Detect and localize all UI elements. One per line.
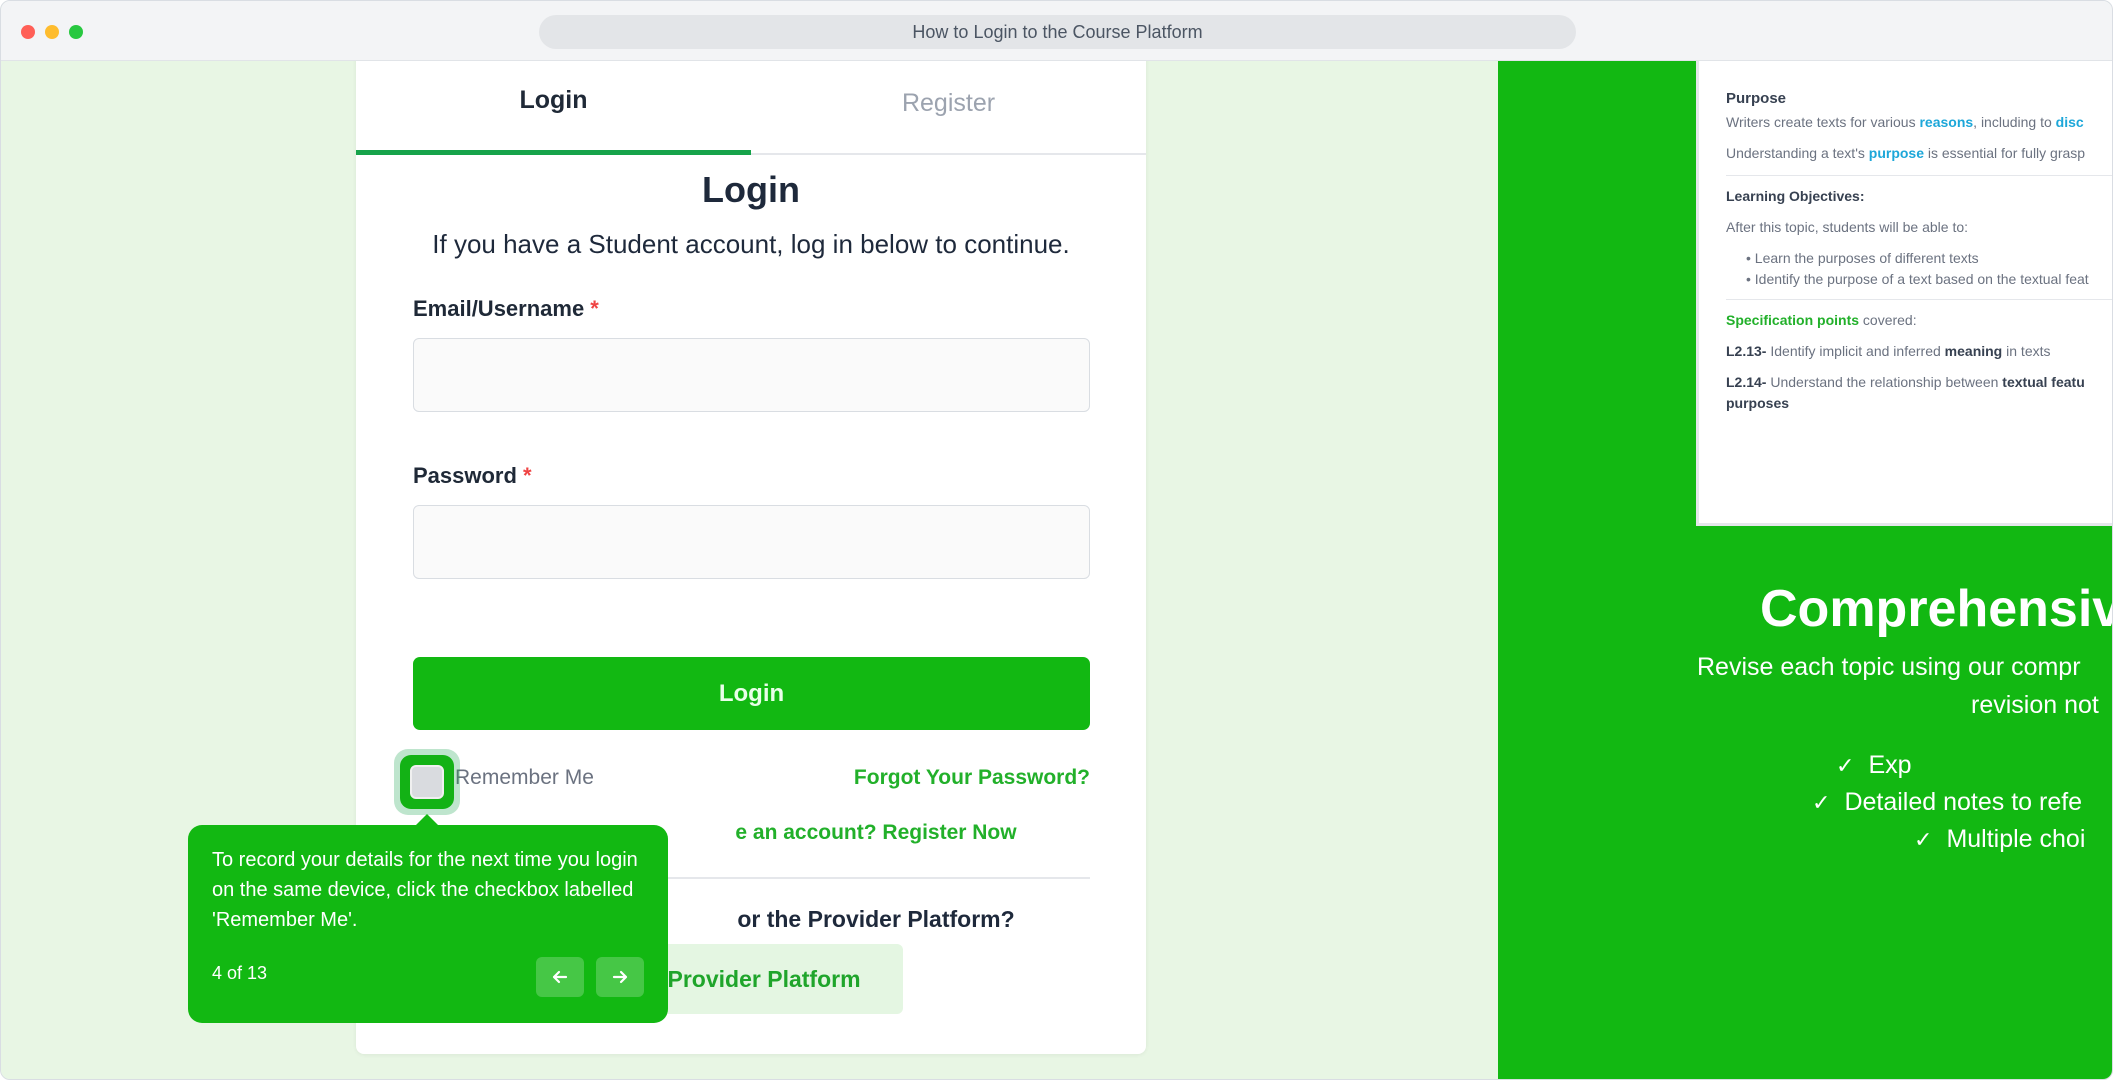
password-label-text: Password	[413, 463, 517, 488]
remember-me-checkbox[interactable]	[410, 765, 444, 799]
preview-keyword: textual featu	[2002, 374, 2085, 390]
feature-text: Exp	[1868, 751, 1912, 779]
tab-register[interactable]: Register	[751, 61, 1146, 155]
guide-tooltip: To record your details for the next time…	[188, 825, 668, 1023]
tab-login[interactable]: Login	[356, 61, 751, 155]
preview-keyword: disc	[2055, 114, 2084, 130]
app-window: How to Login to the Course Platform Logi…	[0, 0, 2113, 1080]
check-icon: ✓	[1914, 827, 1933, 852]
arrow-left-icon	[552, 970, 568, 984]
form-title: Login	[702, 169, 800, 210]
login-button[interactable]: Login	[413, 657, 1090, 730]
marketing-panel: Purpose Writers create texts for various…	[1498, 61, 2113, 1079]
minimize-window-button[interactable]	[45, 25, 59, 39]
preview-code: L2.13-	[1726, 343, 1767, 359]
forgot-password-link[interactable]: Forgot Your Password?	[854, 766, 1090, 790]
arrow-right-icon	[612, 970, 628, 984]
preview-text: Learn the purposes of different texts	[1754, 250, 1979, 266]
preview-text: covered:	[1859, 312, 1917, 328]
hero-subtitle: Revise each topic using our compr	[1697, 653, 2081, 681]
check-icon: ✓	[1836, 753, 1855, 778]
preview-text: in texts	[2002, 343, 2051, 359]
preview-code: L2.14-	[1726, 374, 1767, 390]
preview-keyword: Specification points	[1726, 312, 1860, 328]
form-subtitle: If you have a Student account, log in be…	[432, 229, 1070, 259]
previous-step-button[interactable]	[536, 957, 584, 997]
preview-text: Understand the relationship between	[1766, 374, 2003, 390]
hero-subtitle-cont: revision not	[1971, 691, 2099, 719]
feature-item: ✓ Exp	[1836, 751, 1912, 780]
notes-preview: Purpose Writers create texts for various…	[1696, 61, 2112, 526]
register-now-text[interactable]: e an account? Register Now	[735, 821, 1016, 844]
step-counter: 4 of 13	[212, 963, 268, 983]
feature-text: Multiple choi	[1946, 825, 2086, 853]
preview-text: Identify the purpose of a text based on …	[1754, 271, 2089, 287]
preview-text: Understanding a text's	[1726, 145, 1869, 161]
title-bar: How to Login to the Course Platform	[1, 1, 2112, 61]
preview-text: is essential for fully grasp	[1924, 145, 2086, 161]
password-label: Password *	[413, 463, 532, 489]
check-icon: ✓	[1812, 790, 1831, 815]
preview-keyword: purpose	[1868, 145, 1924, 161]
auth-tabs: Login Register	[356, 61, 1146, 155]
preview-keyword: meaning	[1944, 343, 2003, 359]
preview-objectives-heading: Learning Objectives:	[1726, 188, 1865, 204]
preview-text: Writers create texts for various	[1726, 114, 1920, 130]
preview-objective-1: • Learn the purposes of different texts	[1746, 250, 1979, 266]
preview-line-2: Understanding a text's purpose is essent…	[1726, 145, 2085, 161]
email-label-text: Email/Username	[413, 296, 585, 321]
preview-spec-2: L2.14- Understand the relationship betwe…	[1726, 374, 2085, 390]
page-content: Login Register Login If you have a Stude…	[1, 61, 2113, 1079]
email-label: Email/Username *	[413, 296, 599, 322]
preview-divider	[1726, 299, 2112, 300]
preview-spec-1: L2.13- Identify implicit and inferred me…	[1726, 343, 2051, 359]
preview-spec-2-cont: purposes	[1726, 395, 1790, 411]
remember-me-label[interactable]: Remember Me	[455, 766, 594, 790]
feature-text: Detailed notes to refe	[1844, 788, 2083, 816]
preview-text: , including to	[1973, 114, 2056, 130]
feature-item: ✓ Multiple choi	[1914, 825, 2085, 854]
preview-line-1: Writers create texts for various reasons…	[1726, 114, 2084, 130]
preview-spec-heading: Specification points covered:	[1726, 312, 1917, 328]
preview-objectives-intro: After this topic, students will be able …	[1726, 219, 1969, 235]
next-step-button[interactable]	[596, 957, 644, 997]
preview-divider	[1726, 175, 2112, 176]
close-window-button[interactable]	[21, 25, 35, 39]
window-title: How to Login to the Course Platform	[539, 15, 1576, 49]
hero-title: Comprehensiv	[1760, 580, 2113, 638]
preview-purpose-heading: Purpose	[1726, 90, 1787, 107]
provider-question-text: or the Provider Platform?	[737, 906, 1015, 932]
maximize-window-button[interactable]	[69, 25, 83, 39]
required-marker: *	[590, 296, 599, 321]
password-field[interactable]	[413, 505, 1090, 579]
tooltip-text: To record your details for the next time…	[212, 849, 638, 931]
email-field[interactable]	[413, 338, 1090, 412]
preview-objective-2: • Identify the purpose of a text based o…	[1746, 271, 2089, 287]
feature-item: ✓ Detailed notes to refe	[1812, 788, 2082, 817]
required-marker: *	[522, 463, 532, 488]
preview-text: Identify implicit and inferred	[1766, 343, 1945, 359]
preview-keyword: reasons	[1919, 114, 1974, 130]
